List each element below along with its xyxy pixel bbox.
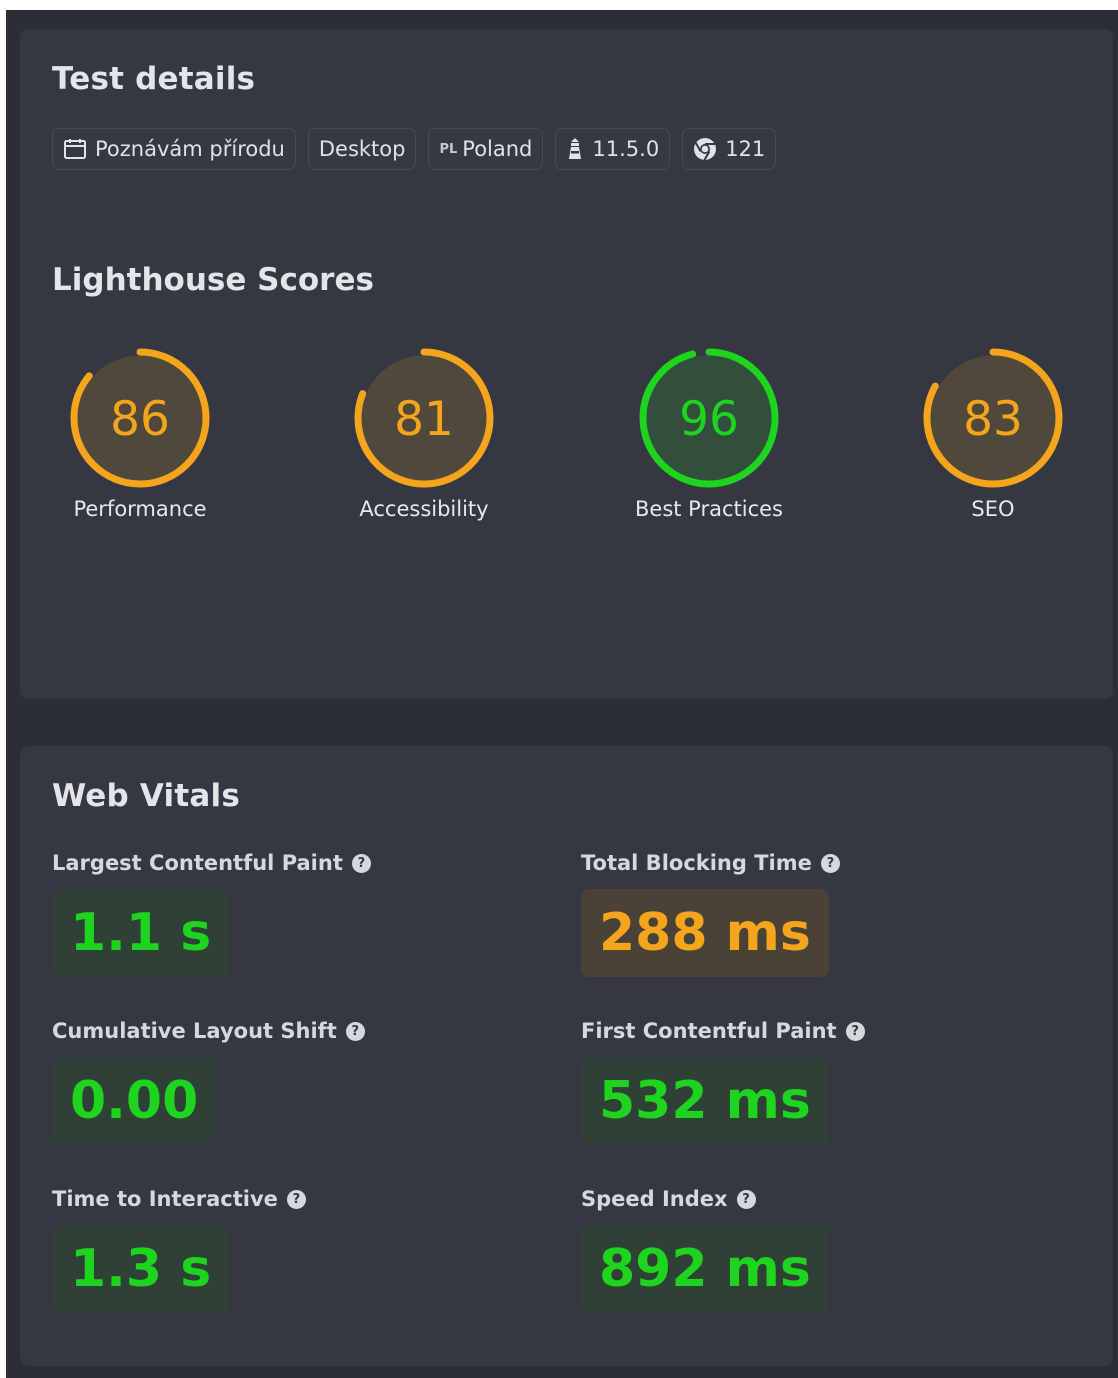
test-details-chips: Poznávám přírodu Desktop PL Poland 11.5.…: [52, 128, 777, 170]
score-ring: 86: [70, 348, 210, 488]
vital-label: First Contentful Paint: [581, 1019, 837, 1043]
help-icon[interactable]: ?: [351, 853, 371, 873]
gauge-seo[interactable]: 83 SEO: [883, 345, 1103, 521]
help-icon[interactable]: ?: [820, 853, 840, 873]
help-icon[interactable]: ?: [286, 1189, 306, 1209]
chip-label: 121: [725, 137, 766, 161]
chrome-icon: [694, 138, 717, 161]
vital-label: Cumulative Layout Shift: [52, 1019, 337, 1043]
vital-tbt: Total Blocking Time ? 288 ms: [581, 851, 840, 977]
left-border: [0, 0, 6, 1378]
gauge-performance[interactable]: 86 Performance: [30, 345, 250, 521]
vital-value: 892 ms: [581, 1225, 829, 1313]
web-vitals-card: Web Vitals Largest Contentful Paint ? 1.…: [20, 746, 1113, 1366]
chip-label: Poland: [462, 137, 533, 161]
score-label: SEO: [971, 497, 1015, 521]
web-vitals-title: Web Vitals: [52, 778, 240, 814]
help-icon[interactable]: ?: [736, 1189, 756, 1209]
top-border: [0, 0, 1118, 10]
test-details-card: Test details Poznávám přírodu Desktop PL…: [20, 29, 1113, 699]
score-ring: 96: [639, 348, 779, 488]
vital-value: 1.1 s: [52, 889, 230, 977]
score-value: 86: [110, 392, 170, 447]
lighthouse-icon: [569, 138, 582, 159]
vital-lcp: Largest Contentful Paint ? 1.1 s: [52, 851, 371, 977]
help-icon[interactable]: ?: [345, 1021, 365, 1041]
chip-label: Poznávám přírodu: [95, 137, 285, 161]
score-label: Accessibility: [359, 497, 489, 521]
vital-value: 532 ms: [581, 1057, 829, 1145]
vital-label: Largest Contentful Paint: [52, 851, 343, 875]
vital-value: 288 ms: [581, 889, 829, 977]
vital-speed-index: Speed Index ? 892 ms: [581, 1187, 829, 1313]
chip-lighthouse-version[interactable]: 11.5.0: [555, 128, 671, 170]
vital-value: 1.3 s: [52, 1225, 230, 1313]
lighthouse-scores-title: Lighthouse Scores: [52, 262, 374, 298]
score-label: Best Practices: [635, 497, 783, 521]
vital-tti: Time to Interactive ? 1.3 s: [52, 1187, 306, 1313]
chip-device[interactable]: Desktop: [307, 128, 417, 170]
score-ring: 81: [354, 348, 494, 488]
score-value: 83: [963, 392, 1023, 447]
vital-cls: Cumulative Layout Shift ? 0.00: [52, 1019, 365, 1145]
gauge-accessibility[interactable]: 81 Accessibility: [314, 345, 534, 521]
chip-label: Desktop: [318, 137, 406, 161]
chip-label: 11.5.0: [592, 137, 660, 161]
score-value: 81: [394, 392, 454, 447]
test-details-title: Test details: [52, 61, 256, 97]
score-label: Performance: [73, 497, 207, 521]
chip-page-name[interactable]: Poznávám přírodu: [52, 128, 296, 170]
vital-label: Total Blocking Time: [581, 851, 812, 875]
score-ring: 83: [923, 348, 1063, 488]
gauge-best-practices[interactable]: 96 Best Practices: [599, 345, 819, 521]
vital-label: Speed Index: [581, 1187, 728, 1211]
flag-code: PL: [439, 141, 458, 157]
calendar-icon: [64, 139, 86, 159]
chip-location[interactable]: PL Poland: [428, 128, 544, 170]
vital-value: 0.00: [52, 1057, 217, 1145]
lighthouse-gauges: 86 Performance 81 Accessibility 96 Best Pra…: [20, 345, 1113, 545]
help-icon[interactable]: ?: [845, 1021, 865, 1041]
chip-chrome-version[interactable]: 121: [682, 128, 777, 170]
score-value: 96: [679, 392, 739, 447]
vital-label: Time to Interactive: [52, 1187, 278, 1211]
vital-fcp: First Contentful Paint ? 532 ms: [581, 1019, 865, 1145]
